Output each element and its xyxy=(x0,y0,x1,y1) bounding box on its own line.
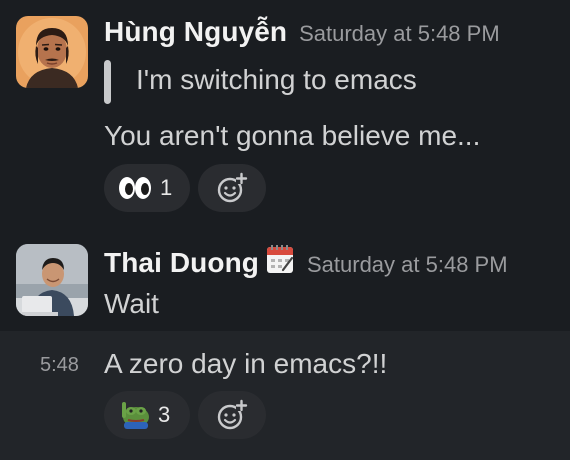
hover-timestamp[interactable]: 5:48 xyxy=(40,354,79,377)
avatar-hung[interactable] xyxy=(16,16,88,88)
reaction-count: 1 xyxy=(160,175,173,200)
message-header: Hùng Nguyễn Saturday at 5:48 PM xyxy=(104,16,500,48)
avatar-thai[interactable] xyxy=(16,244,88,316)
quote-text: I'm switching to emacs xyxy=(136,64,417,95)
sender-name[interactable]: Hùng Nguyễn xyxy=(104,16,287,47)
pepe-frog-emoji-icon xyxy=(122,402,149,429)
add-reaction-icon xyxy=(217,172,248,203)
message-text: You aren't gonna believe me... xyxy=(104,120,481,151)
sender-name[interactable]: Thai Duong xyxy=(104,247,259,278)
message-thai[interactable]: Thai Duong Saturday at 5:48 PM Wait xyxy=(0,230,570,331)
message-list: Hùng Nguyễn Saturday at 5:48 PM I'm switc… xyxy=(0,0,570,460)
reaction-eyes[interactable]: 1 xyxy=(104,164,190,212)
message-timestamp[interactable]: Saturday at 5:48 PM xyxy=(307,252,508,277)
reaction-count: 3 xyxy=(158,402,171,427)
reaction-pepe[interactable]: 3 xyxy=(104,391,190,439)
avatar-photo-man-laptop-icon xyxy=(16,244,88,316)
add-reaction-icon xyxy=(217,399,248,430)
message-timestamp[interactable]: Saturday at 5:48 PM xyxy=(299,21,500,46)
quote-bar xyxy=(104,60,111,104)
add-reaction-button[interactable] xyxy=(198,391,266,439)
calendar-emoji-icon xyxy=(265,244,295,279)
eyes-emoji-icon xyxy=(119,177,151,199)
add-reaction-button[interactable] xyxy=(198,164,266,212)
avatar-illustrated-man-icon xyxy=(16,16,88,88)
message-text: A zero day in emacs?!! xyxy=(104,348,388,379)
message-header: Thai Duong Saturday at 5:48 PM xyxy=(104,244,508,279)
message-hung[interactable]: Hùng Nguyễn Saturday at 5:48 PM I'm switc… xyxy=(0,0,570,230)
message-text: Wait xyxy=(104,288,159,319)
